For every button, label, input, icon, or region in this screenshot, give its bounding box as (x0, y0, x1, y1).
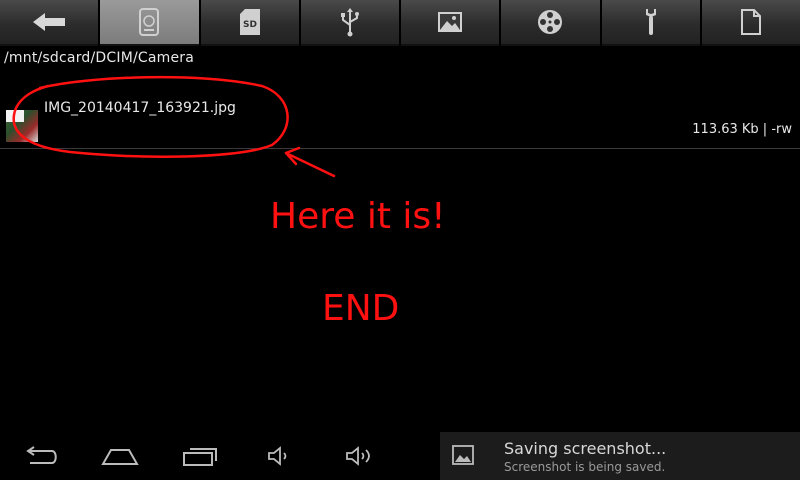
nav-home-button[interactable] (90, 432, 150, 480)
notification-title: Saving screenshot... (504, 439, 667, 458)
notification-subtitle: Screenshot is being saved. (504, 460, 666, 474)
nav-volume-down-button[interactable] (250, 432, 310, 480)
annotation-circle (12, 75, 289, 158)
screenshot-notification[interactable]: Saving screenshot... Screenshot is being… (440, 432, 800, 480)
back-icon (26, 446, 57, 464)
recent-apps-icon (183, 448, 217, 466)
screenshot-image-icon (452, 445, 474, 465)
volume-up-icon (346, 446, 370, 466)
volume-down-icon (268, 446, 287, 466)
annotation-drawing (12, 75, 336, 178)
nav-recent-apps-button[interactable] (170, 432, 230, 480)
annotation-arrow (286, 152, 336, 178)
annotation-text-here: Here it is! (270, 196, 446, 237)
annotation-text-end: END (322, 288, 400, 329)
home-icon (101, 449, 139, 465)
nav-volume-up-button[interactable] (330, 432, 390, 480)
nav-back-button[interactable] (10, 432, 70, 480)
